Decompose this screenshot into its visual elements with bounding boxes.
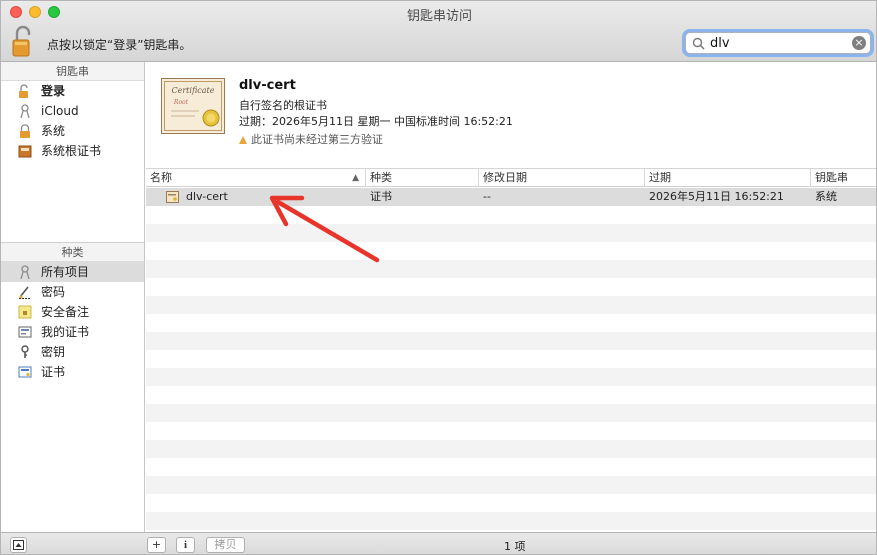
empty-row bbox=[146, 512, 876, 530]
empty-row bbox=[146, 278, 876, 296]
info-button[interactable]: i bbox=[176, 537, 195, 553]
keychain-icon bbox=[20, 104, 30, 118]
my-certificate-icon bbox=[18, 326, 32, 338]
sidebar-toggle-icon bbox=[13, 540, 24, 550]
empty-row bbox=[146, 494, 876, 512]
detail-expiry: 过期：2026年5月11日 星期一 中国标准时间 16:52:21 bbox=[239, 115, 513, 128]
detail-warning-text: 此证书尚未经过第三方验证 bbox=[251, 133, 383, 146]
sidebar-item-system-roots[interactable]: 系统根证书 bbox=[1, 141, 144, 161]
sidebar-item-label: 系统 bbox=[41, 124, 66, 138]
certificate-icon bbox=[166, 191, 179, 203]
keychain-access-window: 钥匙串访问 点按以锁定“登录”钥匙串。 dlv × 钥匙串 登录 iCloud … bbox=[0, 0, 877, 555]
empty-row bbox=[146, 368, 876, 386]
empty-row bbox=[146, 422, 876, 440]
empty-row bbox=[146, 296, 876, 314]
column-header-kind[interactable]: 种类 bbox=[366, 169, 479, 187]
sidebar-item-my-certificates[interactable]: 我的证书 bbox=[1, 322, 144, 342]
sidebar-item-label: 密钥 bbox=[41, 345, 66, 359]
cell-expires: 2026年5月11日 16:52:21 bbox=[649, 190, 784, 203]
detail-item-type: 自行签名的根证书 bbox=[239, 99, 327, 112]
password-icon bbox=[19, 286, 31, 299]
sidebar-item-label: 安全备注 bbox=[41, 305, 90, 319]
item-detail-panel: Certificate Root dlv-cert 自行签名的根证书 过期：20… bbox=[146, 62, 876, 169]
clear-search-icon[interactable]: × bbox=[852, 36, 866, 50]
sidebar-item-certificates[interactable]: 证书 bbox=[1, 362, 144, 382]
search-field[interactable]: dlv × bbox=[685, 32, 871, 54]
detail-warning: 此证书尚未经过第三方验证 bbox=[239, 131, 383, 147]
sidebar: 钥匙串 登录 iCloud 系统 系统根证书 种类 所有项目 密码 安全备注 我… bbox=[1, 62, 145, 532]
empty-row bbox=[146, 332, 876, 350]
column-header-expires[interactable]: 过期 bbox=[645, 169, 811, 187]
sidebar-item-label: 系统根证书 bbox=[41, 144, 102, 158]
empty-row bbox=[146, 260, 876, 278]
items-table: 名称 ▲ 种类 修改日期 过期 钥匙串 dlv-cert 证书 -- 2026年… bbox=[146, 169, 876, 532]
empty-row bbox=[146, 206, 876, 224]
lock-open-icon bbox=[19, 84, 28, 98]
window-title: 钥匙串访问 bbox=[406, 9, 472, 24]
sidebar-item-label: 所有项目 bbox=[41, 265, 90, 279]
empty-row bbox=[146, 350, 876, 368]
empty-row bbox=[146, 458, 876, 476]
search-input[interactable]: dlv bbox=[710, 36, 730, 51]
lock-icon[interactable] bbox=[12, 25, 34, 57]
add-item-button[interactable]: + bbox=[147, 537, 166, 553]
table-row[interactable]: dlv-cert 证书 -- 2026年5月11日 16:52:21 系统 bbox=[146, 188, 876, 206]
table-header: 名称 ▲ 种类 修改日期 过期 钥匙串 bbox=[146, 169, 876, 187]
cert-image-subtitle: Root bbox=[173, 99, 189, 106]
sidebar-item-label: iCloud bbox=[41, 104, 79, 118]
cabinet-icon bbox=[18, 145, 32, 158]
keychains-header: 钥匙串 bbox=[1, 62, 144, 81]
empty-row bbox=[146, 476, 876, 494]
lock-hint-text: 点按以锁定“登录”钥匙串。 bbox=[47, 38, 192, 52]
sidebar-item-system[interactable]: 系统 bbox=[1, 121, 144, 141]
empty-row bbox=[146, 404, 876, 422]
sidebar-item-secure-notes[interactable]: 安全备注 bbox=[1, 302, 144, 322]
item-count: 1 项 bbox=[504, 540, 526, 553]
sidebar-item-label: 登录 bbox=[41, 84, 66, 98]
sidebar-item-label: 我的证书 bbox=[41, 325, 90, 339]
column-header-modified[interactable]: 修改日期 bbox=[479, 169, 645, 187]
empty-row bbox=[146, 224, 876, 242]
title-toolbar: 钥匙串访问 点按以锁定“登录”钥匙串。 dlv × bbox=[1, 1, 876, 62]
sidebar-item-login[interactable]: 登录 bbox=[1, 81, 144, 101]
key-icon bbox=[21, 345, 29, 358]
empty-row bbox=[146, 314, 876, 332]
sort-ascending-icon: ▲ bbox=[352, 173, 359, 183]
sidebar-item-keys[interactable]: 密钥 bbox=[1, 342, 144, 362]
search-icon bbox=[692, 37, 705, 50]
sidebar-item-label: 证书 bbox=[41, 365, 66, 379]
cell-kind: 证书 bbox=[370, 190, 392, 203]
categories-header: 种类 bbox=[1, 243, 144, 262]
column-header-keychain[interactable]: 钥匙串 bbox=[811, 169, 876, 187]
categories-section: 种类 所有项目 密码 安全备注 我的证书 密钥 证书 bbox=[1, 242, 144, 382]
warning-icon bbox=[239, 136, 247, 144]
copy-button[interactable]: 拷贝 bbox=[206, 537, 245, 553]
table-rows: dlv-cert 证书 -- 2026年5月11日 16:52:21 系统 bbox=[146, 188, 876, 532]
sidebar-item-all-items[interactable]: 所有项目 bbox=[1, 262, 144, 282]
certificate-large-icon: Certificate Root bbox=[161, 78, 225, 134]
empty-row bbox=[146, 440, 876, 458]
certificate-icon bbox=[18, 366, 32, 378]
sidebar-item-icloud[interactable]: iCloud bbox=[1, 101, 144, 121]
cell-name: dlv-cert bbox=[186, 190, 228, 203]
cell-keychain: 系统 bbox=[815, 190, 837, 203]
empty-row bbox=[146, 242, 876, 260]
lock-closed-icon bbox=[20, 124, 30, 138]
detail-item-name: dlv-cert bbox=[239, 78, 296, 93]
toggle-sidebar-button[interactable] bbox=[10, 537, 27, 553]
cell-modified: -- bbox=[483, 190, 491, 203]
sidebar-item-passwords[interactable]: 密码 bbox=[1, 282, 144, 302]
cert-image-title: Certificate bbox=[172, 86, 215, 95]
empty-row bbox=[146, 386, 876, 404]
bottom-bar: + i 拷贝 1 项 bbox=[1, 532, 876, 554]
secure-note-icon bbox=[18, 305, 32, 319]
sidebar-item-label: 密码 bbox=[41, 285, 66, 299]
column-header-name[interactable]: 名称 ▲ bbox=[146, 169, 366, 187]
all-items-icon bbox=[20, 265, 30, 279]
